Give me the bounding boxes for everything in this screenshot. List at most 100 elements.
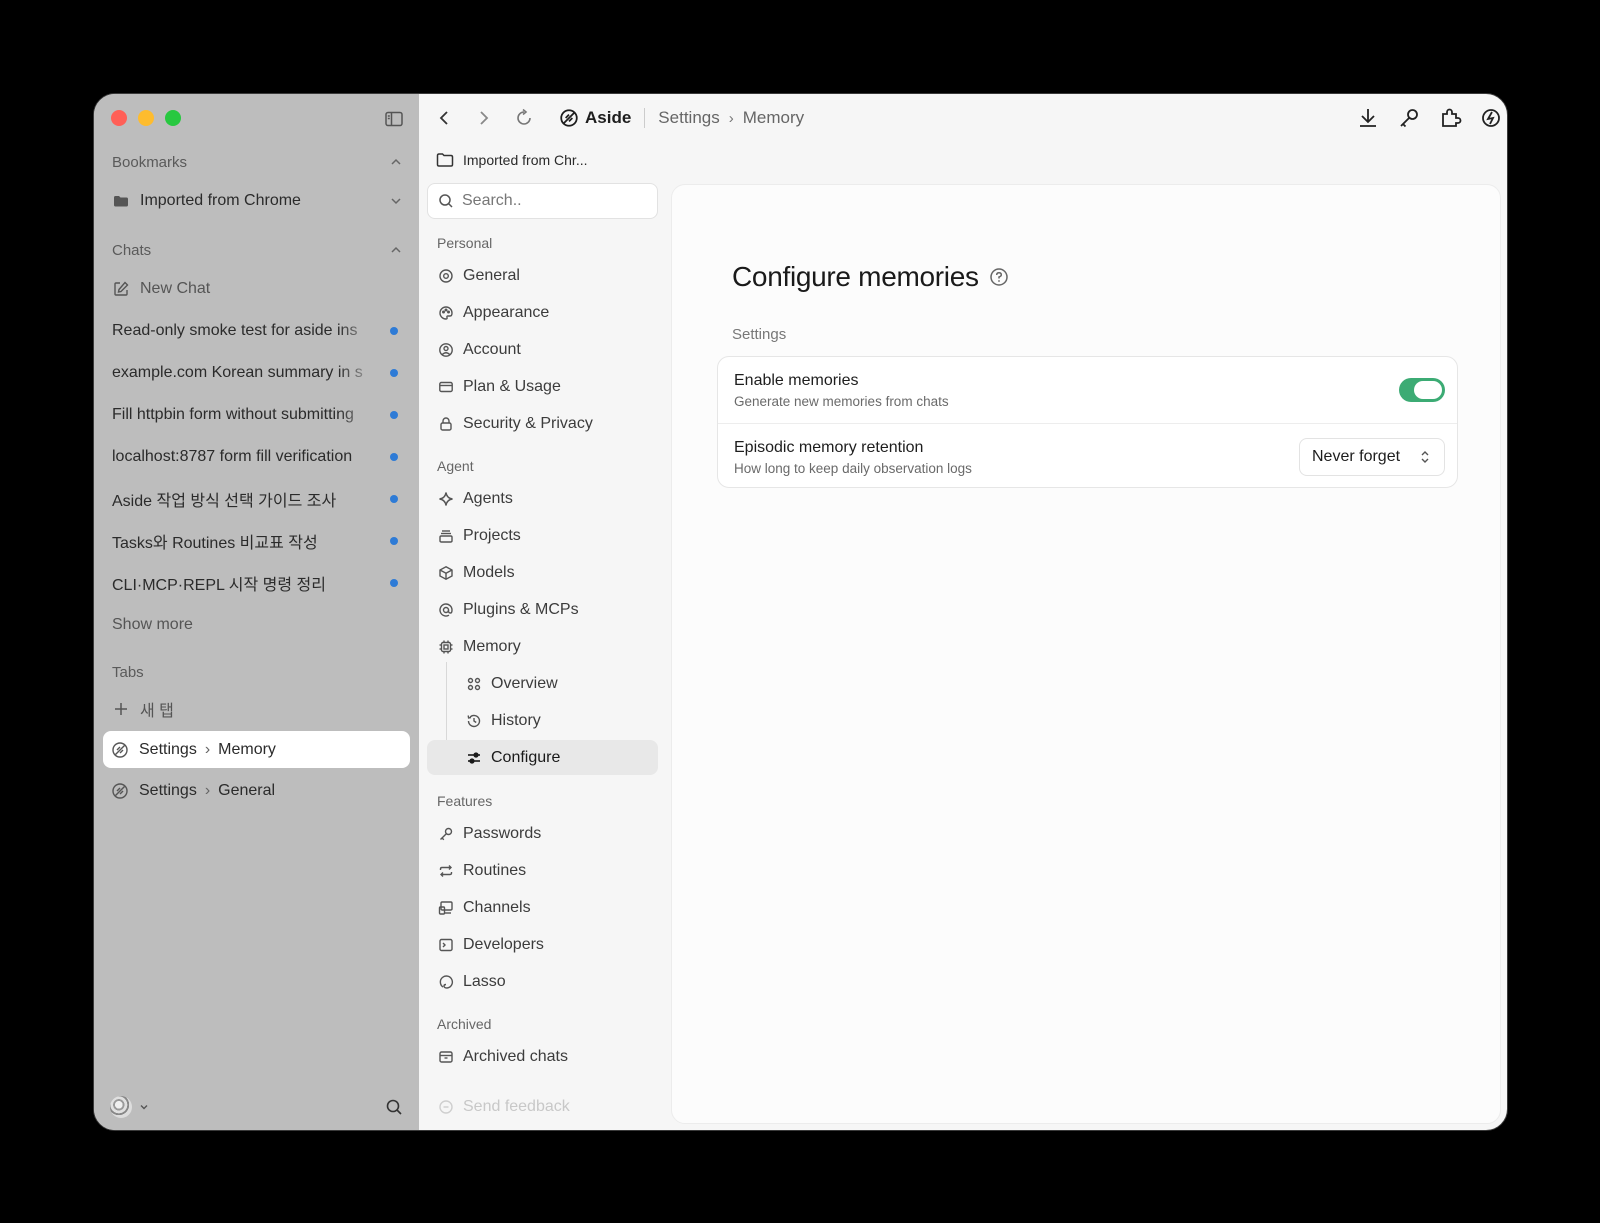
tab-page: Memory: [218, 741, 276, 758]
grid-icon: [465, 675, 483, 693]
crumb-settings: Settings: [658, 108, 720, 127]
nav-item-general[interactable]: General: [427, 258, 658, 293]
nav-item-memory[interactable]: Memory: [427, 629, 658, 664]
search-icon[interactable]: [385, 1098, 403, 1116]
help-icon[interactable]: [989, 267, 1009, 287]
window-controls: [111, 110, 181, 126]
terminal-icon: [437, 936, 455, 954]
history-icon: [465, 712, 483, 730]
user-circle-icon: [437, 341, 455, 359]
nav-item-appearance[interactable]: Appearance: [427, 295, 658, 330]
nav-item-send-feedback[interactable]: Send feedback: [427, 1089, 658, 1124]
memory-retention-row: Episodic memory retention How long to ke…: [718, 423, 1457, 489]
credit-card-icon: [437, 378, 455, 396]
tab-page: General: [218, 782, 276, 799]
settings-search[interactable]: [427, 183, 658, 219]
forward-icon[interactable]: [473, 107, 495, 129]
settings-content: Configure memories Settings Enable memor…: [671, 184, 1501, 1124]
group-features: Features: [437, 793, 493, 809]
search-input[interactable]: [462, 192, 642, 210]
chevron-down-icon[interactable]: [138, 1101, 150, 1113]
aside-agent-icon[interactable]: [1479, 106, 1503, 130]
retention-title: Episodic memory retention: [734, 439, 924, 456]
chat-title: CLI·MCP·REPL 시작 명령 정리: [112, 577, 326, 594]
nav-item-projects[interactable]: Projects: [427, 518, 658, 553]
bookmark-folder-imported[interactable]: Imported from Chrome: [112, 186, 403, 216]
chat-item[interactable]: example.com Korean summary in s: [112, 358, 403, 388]
download-icon[interactable]: [1356, 106, 1380, 130]
nav-item-configure[interactable]: Configure: [427, 740, 658, 775]
nav-item-plan-usage[interactable]: Plan & Usage: [427, 369, 658, 404]
chat-item[interactable]: localhost:8787 form fill verification: [112, 442, 403, 472]
settings-nav: Personal General Appearance Account Plan…: [419, 178, 666, 1130]
chat-item[interactable]: Aside 작업 방식 선택 가이드 조사: [112, 484, 403, 514]
new-tab-button[interactable]: 새 탭: [112, 694, 403, 724]
left-sidebar: Bookmarks Imported from Chrome Chats New…: [94, 94, 419, 1130]
nav-item-security-privacy[interactable]: Security & Privacy: [427, 406, 658, 441]
enable-memories-row: Enable memories Generate new memories fr…: [718, 357, 1457, 423]
nav-item-label: Routines: [463, 861, 527, 879]
settings-card: Enable memories Generate new memories fr…: [717, 356, 1458, 488]
profile-menu[interactable]: [110, 1096, 150, 1118]
nav-item-lasso[interactable]: Lasso: [427, 964, 658, 999]
tabs-section-header: Tabs: [112, 661, 403, 683]
extension-puzzle-icon[interactable]: [1438, 106, 1462, 130]
address-breadcrumb[interactable]: Aside Settings › Memory: [559, 106, 804, 130]
chat-item[interactable]: Read-only smoke test for aside ins: [112, 316, 403, 346]
tab-settings-memory[interactable]: Settings › Memory: [111, 735, 403, 765]
nav-item-channels[interactable]: Channels: [427, 890, 658, 925]
unread-dot: [390, 453, 398, 461]
close-window-button[interactable]: [111, 110, 127, 126]
nav-item-archived-chats[interactable]: Archived chats: [427, 1039, 658, 1074]
nav-item-history[interactable]: History: [427, 703, 658, 738]
back-icon[interactable]: [433, 107, 455, 129]
nav-item-account[interactable]: Account: [427, 332, 658, 367]
new-chat-button[interactable]: New Chat: [112, 274, 403, 304]
chat-title: Aside 작업 방식 선택 가이드 조사: [112, 493, 337, 510]
chevron-up-icon[interactable]: [389, 243, 403, 257]
at-sign-icon: [437, 601, 455, 619]
app-name-label: Aside: [585, 108, 632, 127]
nav-item-passwords[interactable]: Passwords: [427, 816, 658, 851]
minimize-window-button[interactable]: [138, 110, 154, 126]
nav-item-label: Plugins & MCPs: [463, 600, 579, 618]
chat-item[interactable]: Fill httpbin form without submitting: [112, 400, 403, 430]
nav-item-agents[interactable]: Agents: [427, 481, 658, 516]
nav-item-models[interactable]: Models: [427, 555, 658, 590]
nav-item-label: Account: [463, 340, 521, 358]
chat-item[interactable]: CLI·MCP·REPL 시작 명령 정리: [112, 568, 403, 598]
folder-icon[interactable]: [435, 150, 455, 170]
retention-select[interactable]: Never forget: [1299, 438, 1445, 476]
chevron-up-icon[interactable]: [389, 155, 403, 169]
gear-icon: [437, 267, 455, 285]
key-icon[interactable]: [1397, 106, 1421, 130]
bookmarks-section-header[interactable]: Bookmarks: [112, 151, 403, 173]
zoom-window-button[interactable]: [165, 110, 181, 126]
sparkle-icon: [437, 490, 455, 508]
new-chat-label: New Chat: [140, 280, 211, 297]
reload-icon[interactable]: [513, 107, 535, 129]
bookmark-bar-folder[interactable]: Imported from Chr...: [463, 152, 587, 168]
chevron-down-icon[interactable]: [389, 194, 403, 208]
group-archived: Archived: [437, 1016, 492, 1032]
chat-item[interactable]: Tasks와 Routines 비교표 작성: [112, 526, 403, 556]
nav-item-label: Security & Privacy: [463, 414, 593, 432]
tab-settings-general[interactable]: Settings › General: [111, 776, 403, 806]
nav-item-routines[interactable]: Routines: [427, 853, 658, 888]
enable-memories-title: Enable memories: [734, 372, 859, 389]
show-more-button[interactable]: Show more: [112, 610, 403, 640]
nav-item-overview[interactable]: Overview: [427, 666, 658, 701]
enable-memories-desc: Generate new memories from chats: [734, 394, 949, 409]
nav-item-label: Configure: [491, 748, 561, 766]
unread-dot: [390, 495, 398, 503]
enable-memories-toggle[interactable]: [1399, 378, 1445, 402]
feedback-icon: [437, 1098, 455, 1116]
sidebar-toggle-icon[interactable]: [384, 109, 404, 129]
nav-item-plugins-mcps[interactable]: Plugins & MCPs: [427, 592, 658, 627]
chats-section-header[interactable]: Chats: [112, 239, 403, 261]
avatar[interactable]: [110, 1096, 132, 1118]
aside-logo-icon: [111, 782, 129, 800]
unread-dot: [390, 327, 398, 335]
retention-value: Never forget: [1312, 448, 1401, 465]
nav-item-developers[interactable]: Developers: [427, 927, 658, 962]
